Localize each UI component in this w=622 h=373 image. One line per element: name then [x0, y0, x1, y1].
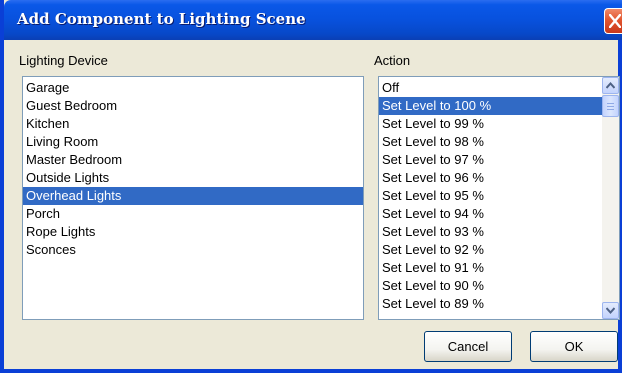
list-item[interactable]: Overhead Lights	[23, 187, 363, 205]
list-item[interactable]: Guest Bedroom	[23, 97, 363, 115]
list-item[interactable]: Porch	[23, 205, 363, 223]
close-button[interactable]	[604, 8, 622, 34]
list-item[interactable]: Kitchen	[23, 115, 363, 133]
list-item[interactable]: Set Level to 89 %	[379, 295, 602, 313]
scroll-up-button[interactable]	[602, 77, 619, 94]
list-item[interactable]: Master Bedroom	[23, 151, 363, 169]
list-item[interactable]: Set Level to 95 %	[379, 187, 602, 205]
scroll-thumb[interactable]	[602, 95, 619, 117]
scroll-down-arrow-icon	[606, 307, 615, 314]
cancel-button[interactable]: Cancel	[424, 331, 512, 362]
thumb-grip-line	[607, 106, 614, 107]
list-item[interactable]: Outside Lights	[23, 169, 363, 187]
ok-button[interactable]: OK	[530, 331, 618, 362]
thumb-grip-line	[607, 109, 614, 110]
action-list[interactable]: Off Set Level to 100 % Set Level to 99 % Se…	[378, 76, 620, 320]
action-list-items: Off Set Level to 100 % Set Level to 99 % Se…	[379, 79, 602, 313]
lighting-device-list[interactable]: Garage Guest Bedroom Kitchen Living Room Mas…	[22, 76, 364, 320]
dialog-title: Add Component to Lighting Scene	[17, 10, 306, 28]
list-item[interactable]: Set Level to 91 %	[379, 259, 602, 277]
list-item[interactable]: Set Level to 90 %	[379, 277, 602, 295]
scroll-up-arrow-icon	[606, 82, 615, 89]
list-item[interactable]: Set Level to 92 %	[379, 241, 602, 259]
action-label: Action	[374, 53, 411, 68]
action-list-scrollbar[interactable]	[602, 77, 619, 319]
list-item[interactable]: Set Level to 99 %	[379, 115, 602, 133]
list-item[interactable]: Set Level to 93 %	[379, 223, 602, 241]
list-item[interactable]: Set Level to 94 %	[379, 205, 602, 223]
close-icon	[609, 14, 621, 28]
scroll-down-button[interactable]	[602, 302, 619, 319]
dialog-window: Add Component to Lighting Scene Lighting…	[0, 0, 622, 373]
list-item[interactable]: Garage	[23, 79, 363, 97]
list-item[interactable]: Set Level to 100 %	[379, 97, 602, 115]
lighting-device-label: Lighting Device	[19, 53, 108, 68]
list-item[interactable]: Off	[379, 79, 602, 97]
title-bar[interactable]: Add Component to Lighting Scene	[4, 0, 622, 40]
list-item[interactable]: Rope Lights	[23, 223, 363, 241]
list-item[interactable]: Living Room	[23, 133, 363, 151]
device-list-items: Garage Guest Bedroom Kitchen Living Room Mas…	[23, 77, 363, 259]
list-item[interactable]: Set Level to 96 %	[379, 169, 602, 187]
list-item[interactable]: Set Level to 98 %	[379, 133, 602, 151]
thumb-grip-line	[607, 103, 614, 104]
list-item[interactable]: Sconces	[23, 241, 363, 259]
list-item[interactable]: Set Level to 97 %	[379, 151, 602, 169]
